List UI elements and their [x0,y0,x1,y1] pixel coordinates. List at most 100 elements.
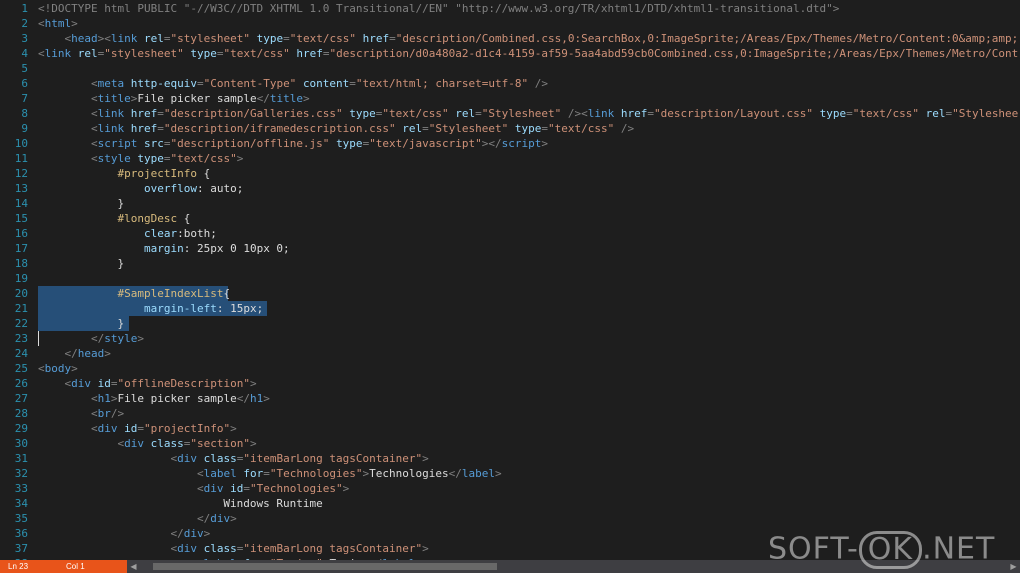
code-text: </div> [38,511,237,526]
code-line[interactable]: 4 <link rel="stylesheet" type="text/css" … [0,46,1020,61]
line-number: 8 [21,107,28,120]
code-line[interactable]: 29 <div id="projectInfo"> [0,421,1020,436]
code-line[interactable]: 15 #longDesc { [0,211,1020,226]
code-line[interactable]: 2 <html> [0,16,1020,31]
code-line[interactable]: 14 } [0,196,1020,211]
code-token: href [130,122,158,135]
scroll-left-arrow-icon[interactable]: ◀ [127,560,140,573]
code-line[interactable]: 34 Windows Runtime [0,496,1020,511]
code-token: < [196,482,204,495]
code-token: "text/css" [223,47,290,60]
column-number-status: Col 1 [66,562,85,571]
code-token: "Technologies" [269,467,363,480]
code-token: link [44,47,72,60]
code-token: : 25px 0 10px 0; [183,242,290,255]
scrollbar-thumb[interactable] [153,563,497,570]
code-line[interactable]: 26 <div id="offlineDescription"> [0,376,1020,391]
code-token: < [90,407,98,420]
code-token: h1 [249,392,264,405]
line-number: 36 [14,527,28,540]
code-line[interactable]: 18 } [0,256,1020,271]
code-token: /> [620,122,635,135]
watermark-ok: OK [858,530,923,569]
code-line[interactable]: 8 <link href="description/Galleries.css"… [0,106,1020,121]
code-text: </style> [38,331,144,346]
line-number: 22 [14,317,28,330]
code-text: #projectInfo { [38,166,210,181]
code-token: </ [170,527,184,540]
code-text: </head> [38,346,111,361]
code-token: < [90,152,98,165]
line-number: 20 [14,287,28,300]
code-line[interactable]: 23 </style> [0,331,1020,346]
code-text: <link href="description/iframedescriptio… [38,121,634,136]
code-editor[interactable]: 1 <!DOCTYPE html PUBLIC "-//W3C//DTD XHTM… [0,0,1020,560]
line-number: 23 [14,332,28,345]
code-line[interactable]: 25 <body> [0,361,1020,376]
code-token: type [256,32,284,45]
code-line[interactable]: 3 <head><link rel="stylesheet" type="tex… [0,31,1020,46]
code-line[interactable]: 12 #projectInfo { [0,166,1020,181]
code-line[interactable]: 32 <label for="Technologies">Technologie… [0,466,1020,481]
code-line[interactable]: 6 <meta http-equiv="Content-Type" conten… [0,76,1020,91]
code-token: = [157,122,164,135]
code-line[interactable]: 35 </div> [0,511,1020,526]
code-token: : auto; [196,182,244,195]
code-line[interactable]: 9 <link href="description/iframedescript… [0,121,1020,136]
code-line[interactable]: 27 <h1>File picker sample</h1> [0,391,1020,406]
code-token: = [349,77,356,90]
code-token: margin [143,242,184,255]
code-token: id [97,377,111,390]
code-token: head [71,32,98,45]
code-line[interactable]: 13 overflow: auto; [0,181,1020,196]
code-text: <head><link rel="stylesheet" type="text/… [38,31,1019,46]
code-token: #projectInfo [117,167,197,180]
code-line[interactable]: 28 <br/> [0,406,1020,421]
line-number: 31 [14,452,28,465]
code-line[interactable]: 33 <div id="Technologies"> [0,481,1020,496]
code-token: } [38,197,125,210]
code-token: "stylesheet" [170,32,250,45]
code-line[interactable]: 11 <style type="text/css"> [0,151,1020,166]
line-number: 37 [14,542,28,555]
code-line[interactable]: 20 #SampleIndexList{ [0,286,1020,301]
code-line[interactable]: 16 clear:both; [0,226,1020,241]
code-text: #SampleIndexList{ [38,286,230,301]
code-line[interactable]: 31 <div class="itemBarLong tagsContainer… [0,451,1020,466]
code-line[interactable]: 24 </head> [0,346,1020,361]
code-token: = [243,482,250,495]
code-line[interactable]: 22 } [0,316,1020,331]
code-line[interactable]: 1 <!DOCTYPE html PUBLIC "-//W3C//DTD XHTM… [0,1,1020,16]
code-line[interactable]: 7 <title>File picker sample</title> [0,91,1020,106]
code-token: < [38,362,45,375]
code-line[interactable]: 10 <script src="description/offline.js" … [0,136,1020,151]
code-line[interactable]: 19 [0,271,1020,286]
line-number: 17 [14,242,28,255]
line-number: 12 [14,167,28,180]
code-token: label [461,467,496,480]
code-line[interactable]: 21 margin-left: 15px; [0,301,1020,316]
code-token: class [150,437,184,450]
line-number: 18 [14,257,28,270]
line-number: 2 [21,17,28,30]
code-token: "section" [190,437,250,450]
line-number: 15 [14,212,28,225]
code-line[interactable]: 5 [0,61,1020,76]
code-line[interactable]: 17 margin: 25px 0 10px 0; [0,241,1020,256]
code-token: = [163,32,171,45]
line-number: 29 [14,422,28,435]
code-token: href [130,107,158,120]
line-number: 34 [14,497,28,510]
code-line[interactable]: 30 <div class="section"> [0,436,1020,451]
line-number: 4 [21,47,28,60]
code-token: div [71,377,91,390]
code-token: "text/css" [289,32,356,45]
